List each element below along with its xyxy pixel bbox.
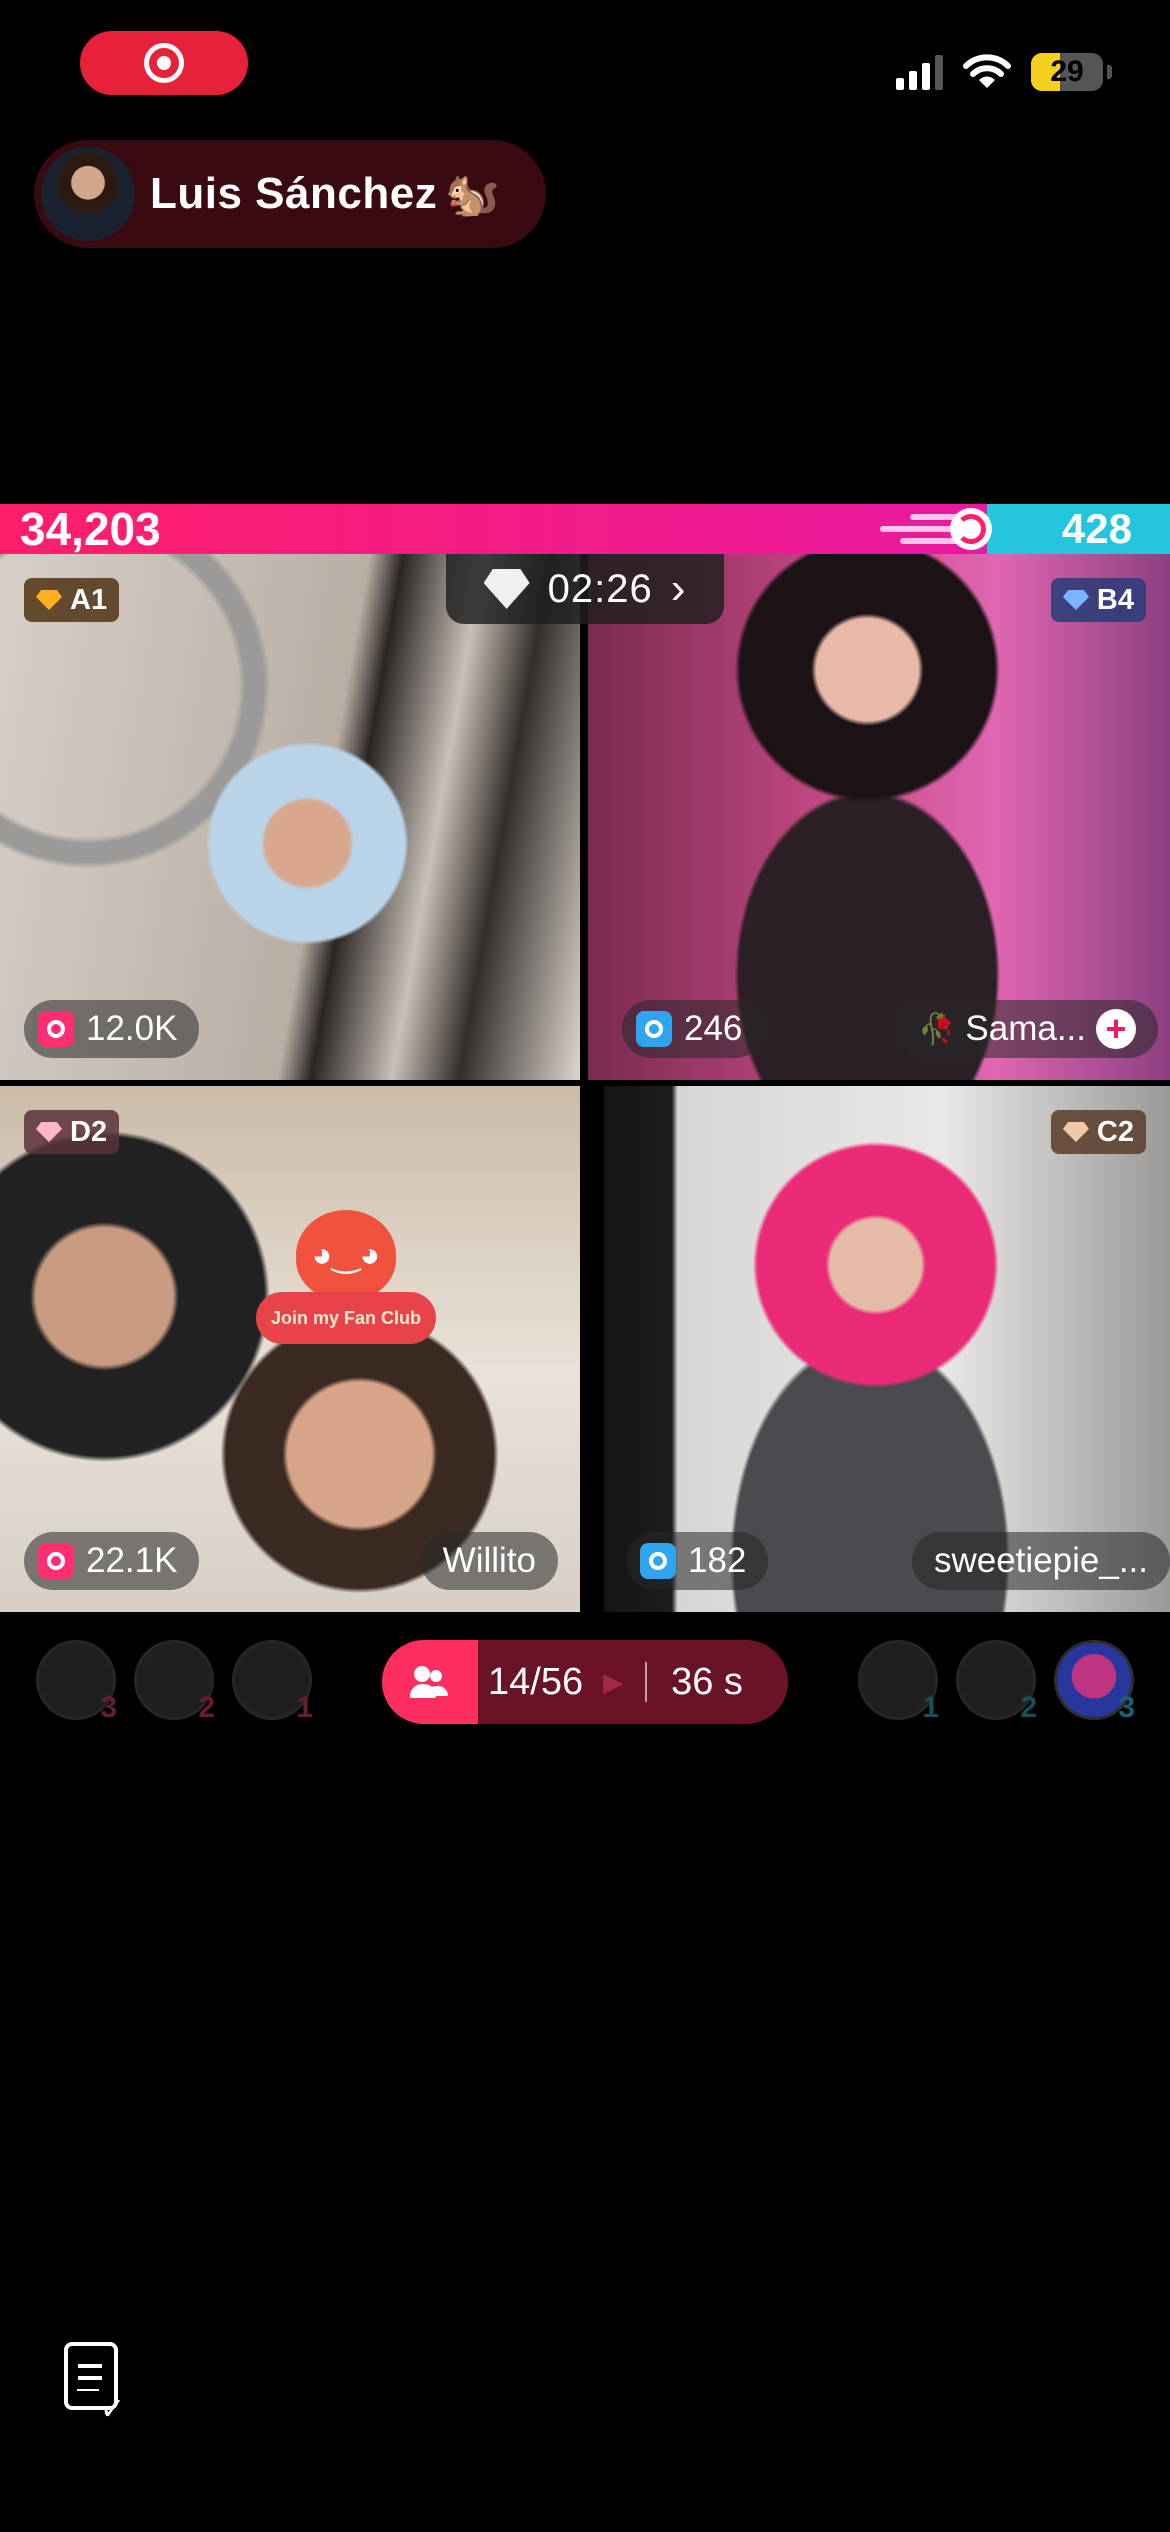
left-team-score: 34,203 — [20, 503, 161, 555]
divider — [645, 1662, 648, 1702]
wifi-icon — [963, 54, 1011, 88]
participant-counter[interactable]: 14/56 ▶ 36 s — [382, 1640, 788, 1724]
gift-count-a1[interactable]: 12.0K — [24, 1000, 200, 1058]
signal-icon — [896, 54, 943, 90]
gift-icon — [38, 1011, 74, 1047]
arrow-icon: ▶ — [603, 1666, 624, 1697]
rose-icon: 🥀 — [918, 1012, 956, 1046]
record-icon — [144, 43, 184, 83]
host-avatar[interactable] — [38, 144, 138, 244]
fan-club-sticker[interactable]: ◕‿◕ Join my Fan Club — [256, 1210, 436, 1360]
people-icon-block — [382, 1640, 478, 1724]
timer-value: 02:26 — [547, 566, 653, 611]
left-top-viewers: 3 2 1 — [36, 1640, 313, 1724]
diamond-icon — [36, 1122, 62, 1142]
gift-icon — [38, 1543, 74, 1579]
host-name: Luis Sánchez — [150, 169, 438, 218]
gift-count-c2[interactable]: 182 — [626, 1532, 769, 1590]
gift-count-b4[interactable]: 246 — [622, 1000, 765, 1058]
follow-plus-button[interactable]: + — [1096, 1009, 1136, 1049]
viewer-avatar[interactable]: 3 — [36, 1640, 117, 1724]
gift-icon — [636, 1011, 672, 1047]
gift-count-d2[interactable]: 22.1K — [24, 1532, 200, 1590]
participant-name-c2[interactable]: sweetiepie_... — [911, 1532, 1170, 1590]
video-tile-c2[interactable]: C2 182 sweetiepie_... — [604, 1086, 1170, 1612]
right-team-score: 428 — [1061, 505, 1132, 552]
chevron-right-icon: › — [670, 564, 687, 613]
participant-count: 14/56 — [488, 1660, 584, 1703]
heart-mascot-icon: ◕‿◕ — [296, 1210, 396, 1300]
rank-badge-b4: B4 — [1050, 578, 1146, 622]
gift-icon — [640, 1543, 676, 1579]
fan-club-label: Join my Fan Club — [256, 1292, 436, 1344]
left-team-bar: 34,203 — [0, 504, 987, 554]
status-icons: 29 — [896, 48, 1112, 96]
squirrel-emoji: 🐿️ — [445, 170, 500, 219]
viewer-avatar[interactable]: 3 — [1054, 1640, 1135, 1724]
diamond-icon — [36, 590, 62, 610]
video-tile-b4[interactable]: B4 246 🥀 Sama... + — [588, 554, 1170, 1080]
battery-level: 29 — [1050, 55, 1084, 88]
right-top-viewers: 1 2 3 — [858, 1640, 1135, 1724]
rank-badge-d2: D2 — [24, 1110, 120, 1154]
viewer-avatar[interactable]: 1 — [858, 1640, 939, 1724]
participant-name-d2[interactable]: Willito — [420, 1532, 558, 1590]
viewer-avatar[interactable]: 2 — [956, 1640, 1037, 1724]
diamond-icon — [1062, 1122, 1089, 1142]
battery-icon: 29 — [1031, 53, 1103, 91]
rank-badge-c2: C2 — [1050, 1110, 1146, 1154]
video-tile-a1[interactable]: A1 12.0K — [0, 554, 580, 1080]
score-streak-icon — [870, 506, 1000, 552]
battle-timer[interactable]: 02:26 › — [446, 554, 724, 624]
viewer-avatar[interactable]: 2 — [134, 1640, 215, 1724]
diamond-icon — [1062, 590, 1089, 610]
countdown-seconds: 36 s — [671, 1660, 743, 1703]
host-profile-pill[interactable]: Luis Sánchez 🐿️ — [34, 140, 546, 248]
diamond-icon — [483, 569, 530, 609]
screen-record-indicator[interactable] — [80, 31, 248, 95]
people-icon — [410, 1666, 450, 1698]
rank-badge-a1: A1 — [24, 578, 120, 622]
checkmark-icon: ✓ — [100, 2393, 126, 2426]
viewer-avatar[interactable]: 1 — [232, 1640, 313, 1724]
participant-name-b4[interactable]: 🥀 Sama... + — [896, 1000, 1158, 1058]
